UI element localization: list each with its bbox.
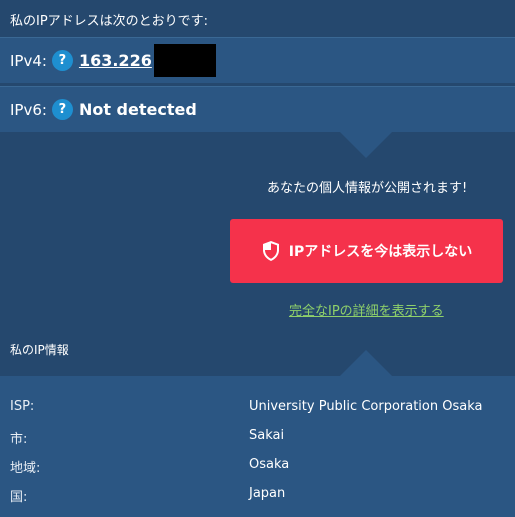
hide-ip-button-label: IPアドレスを今は表示しない — [288, 244, 473, 260]
ipv4-row: IPv4: ? 163.226 — [0, 37, 515, 83]
info-panel-notch — [340, 350, 392, 376]
ipv4-address-link[interactable]: 163.226 — [79, 51, 152, 70]
full-ip-details-link[interactable]: 完全なIPの詳細を表示する — [289, 300, 444, 319]
help-icon[interactable]: ? — [51, 99, 73, 120]
info-value: Sakai — [249, 428, 285, 443]
info-value: Japan — [249, 486, 286, 501]
ipv6-address: Not detected — [78, 100, 197, 119]
ipv6-label: IPv6: — [10, 100, 47, 119]
ip-widget: 私のIPアドレスは次のとおりです: IPv4: ? 163.226 IPv6: … — [0, 0, 515, 517]
info-key: 国: — [10, 490, 28, 505]
info-key: ISP: — [10, 399, 35, 414]
info-row-city: 市: Sakai — [0, 422, 515, 451]
info-row-country: 国: Japan — [0, 480, 515, 509]
redaction-block — [153, 44, 216, 77]
ip-info-title: 私のIP情報 — [10, 343, 69, 357]
shield-icon — [262, 241, 279, 261]
info-value: University Public Corporation Osaka — [249, 399, 483, 414]
hide-ip-button[interactable]: IPアドレスを今は表示しない — [230, 219, 503, 283]
ip-info-panel: ISP: University Public Corporation Osaka… — [0, 376, 515, 517]
callout-notch — [340, 132, 392, 158]
info-row-isp: ISP: University Public Corporation Osaka — [0, 393, 515, 422]
ipv4-label: IPv4: — [10, 51, 47, 70]
info-key: 地域: — [10, 461, 41, 476]
info-value: Osaka — [249, 457, 290, 472]
info-key: 市: — [10, 432, 28, 447]
info-row-region: 地域: Osaka — [0, 451, 515, 480]
exposed-warning-text: あなたの個人情報が公開されます! — [267, 181, 468, 196]
page-heading: 私のIPアドレスは次のとおりです: — [10, 14, 209, 29]
help-icon[interactable]: ? — [51, 50, 73, 71]
ipv6-row: IPv6: ? Not detected — [0, 86, 515, 132]
